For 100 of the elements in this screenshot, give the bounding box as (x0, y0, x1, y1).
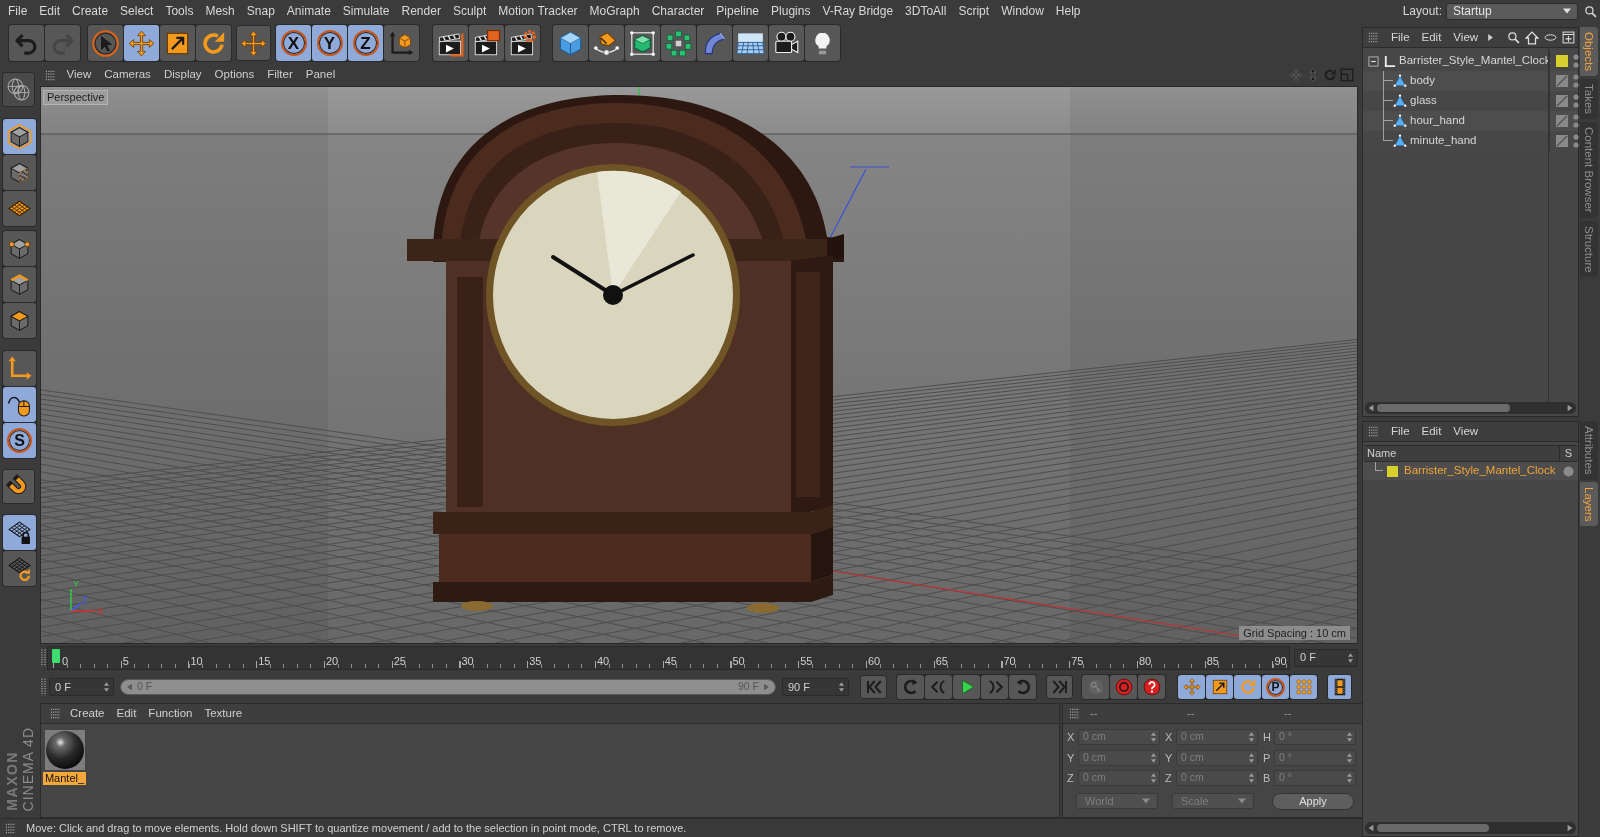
layout-dropdown[interactable]: Startup (1446, 2, 1578, 20)
menu-item[interactable]: Edit (110, 704, 143, 723)
layer-name[interactable]: Barrister_Style_Mantel_Clock (1404, 462, 1556, 480)
menu-item[interactable]: Function (142, 704, 199, 723)
menu-item[interactable]: 3DToAll (899, 1, 953, 21)
object-name[interactable]: glass (1410, 92, 1437, 110)
pen-button[interactable] (589, 25, 624, 61)
menu-item[interactable]: Create (66, 1, 115, 21)
wireframe-spheres-button[interactable] (2, 72, 35, 107)
move-button[interactable] (236, 25, 271, 61)
cube-outline-button[interactable] (3, 119, 36, 154)
menu-item[interactable]: Sculpt (446, 1, 493, 21)
menu-item[interactable]: Edit (33, 1, 67, 21)
menu-item[interactable]: Edit (1415, 422, 1448, 441)
frame-field[interactable]: 0 F (49, 678, 114, 696)
timeline-ruler[interactable]: 0 5 10 15 20 25 30 35 40 45 50 55 60 65 70 75 80 85 90 (47, 645, 1290, 670)
solo-button[interactable]: S (3, 423, 36, 458)
clapperboard-gear-button[interactable] (505, 25, 540, 61)
object-row[interactable]: hour_hand (1363, 111, 1578, 131)
menu-item[interactable]: Character (645, 1, 711, 21)
cube-face-button[interactable] (3, 303, 36, 338)
frame-field[interactable]: 90 F (782, 678, 849, 696)
cube-edge-button[interactable] (3, 267, 36, 302)
menu-item[interactable]: Pipeline (710, 1, 766, 21)
grid-plane-button[interactable] (3, 191, 36, 226)
side-tab[interactable]: Structure (1580, 220, 1598, 278)
param-button[interactable]: P (1262, 675, 1289, 699)
menu-item[interactable]: V-Ray Bridge (816, 1, 900, 21)
menu-item[interactable]: MoGraph (583, 1, 646, 21)
menu-item[interactable]: View (1447, 422, 1485, 441)
clapperboard-button[interactable] (469, 25, 504, 61)
film-strip-button[interactable] (1327, 674, 1352, 700)
menu-item[interactable]: File (1385, 28, 1416, 47)
menu-item[interactable]: Motion Tracker (492, 1, 584, 21)
cube-ring-button[interactable] (661, 25, 696, 61)
menu-item[interactable]: Window (995, 1, 1050, 21)
menu-item[interactable]: Texture (198, 704, 249, 723)
menu-item[interactable]: Filter (260, 66, 300, 84)
scale-button[interactable] (1206, 675, 1233, 699)
menu-item[interactable]: Help (1049, 1, 1087, 21)
object-row[interactable]: body (1363, 71, 1578, 91)
scrollbar-thumb[interactable] (1377, 824, 1489, 832)
dot-grid-button[interactable] (1290, 675, 1317, 699)
object-name[interactable]: body (1410, 72, 1435, 90)
layer-row[interactable]: Barrister_Style_Mantel_Clock (1363, 462, 1578, 480)
axis-arrows-button[interactable] (3, 351, 36, 386)
selection-cursor-button[interactable] (88, 25, 123, 61)
menu-item[interactable]: View (60, 66, 98, 84)
menu-item[interactable]: Edit (1415, 28, 1448, 47)
frame-field[interactable]: 0 F (1294, 648, 1358, 667)
scrollbar-thumb[interactable] (1377, 404, 1510, 412)
side-tab[interactable]: Attributes (1580, 421, 1598, 480)
axis-lock-button[interactable]: Z (348, 25, 383, 61)
menu-item[interactable]: Animate (280, 1, 337, 21)
scale-button[interactable] (160, 25, 195, 61)
camera-button[interactable] (769, 25, 804, 61)
menu-item[interactable]: Display (157, 66, 209, 84)
menu-item[interactable]: Panel (299, 66, 342, 84)
horizontal-scrollbar[interactable] (1365, 822, 1576, 834)
cube-button[interactable] (553, 25, 588, 61)
viewport[interactable]: Perspective Grid Spacing : 10 cm Y Z X (40, 86, 1358, 644)
menu-item[interactable]: Simulate (336, 1, 396, 21)
question-mark-button[interactable] (1138, 675, 1165, 699)
cube-points-button[interactable] (3, 231, 36, 266)
menu-item[interactable]: Create (64, 704, 111, 723)
menu-item[interactable]: Select (114, 1, 160, 21)
horizontal-scrollbar[interactable] (1365, 402, 1576, 414)
bent-shape-button[interactable] (697, 25, 732, 61)
menu-item[interactable]: Tools (159, 1, 200, 21)
sky-floor-button[interactable] (733, 25, 768, 61)
menu-item[interactable]: View (1447, 28, 1485, 47)
light-bulb-button[interactable] (805, 25, 840, 61)
cube-axes-button[interactable] (384, 25, 419, 61)
object-name[interactable]: hour_hand (1410, 112, 1465, 130)
menu-item[interactable]: Mesh (199, 1, 241, 21)
menu-item[interactable]: Script (952, 1, 996, 21)
rotate-button[interactable] (196, 25, 231, 61)
side-tab[interactable]: Content Browser (1580, 122, 1598, 218)
object-name[interactable]: Barrister_Style_Mantel_Clock (1399, 52, 1551, 70)
side-tab[interactable]: Takes (1580, 79, 1598, 120)
axis-lock-button[interactable]: Y (312, 25, 347, 61)
menu-item[interactable]: Plugins (765, 1, 817, 21)
grid-rotate-button[interactable] (3, 551, 36, 586)
play-button[interactable] (953, 675, 980, 699)
magnet-button[interactable] (2, 469, 35, 504)
menu-item[interactable]: File (1385, 422, 1416, 441)
object-name[interactable]: minute_hand (1410, 132, 1477, 150)
menu-item[interactable]: Options (208, 66, 261, 84)
caged-cube-button[interactable] (625, 25, 660, 61)
menu-item[interactable]: File (2, 1, 34, 21)
grid-lock-button[interactable] (3, 515, 36, 550)
menu-item[interactable]: Snap (240, 1, 281, 21)
playhead-marker[interactable] (52, 648, 60, 663)
skip-to-start-button[interactable] (860, 675, 887, 699)
mouse-button[interactable] (3, 387, 36, 422)
axis-lock-button[interactable]: X (276, 25, 311, 61)
menu-item[interactable]: Cameras (97, 66, 158, 84)
material-item[interactable]: Mantel_ (43, 730, 86, 785)
checker-cube-button[interactable] (3, 155, 36, 190)
clapperboard-button[interactable] (433, 25, 468, 61)
